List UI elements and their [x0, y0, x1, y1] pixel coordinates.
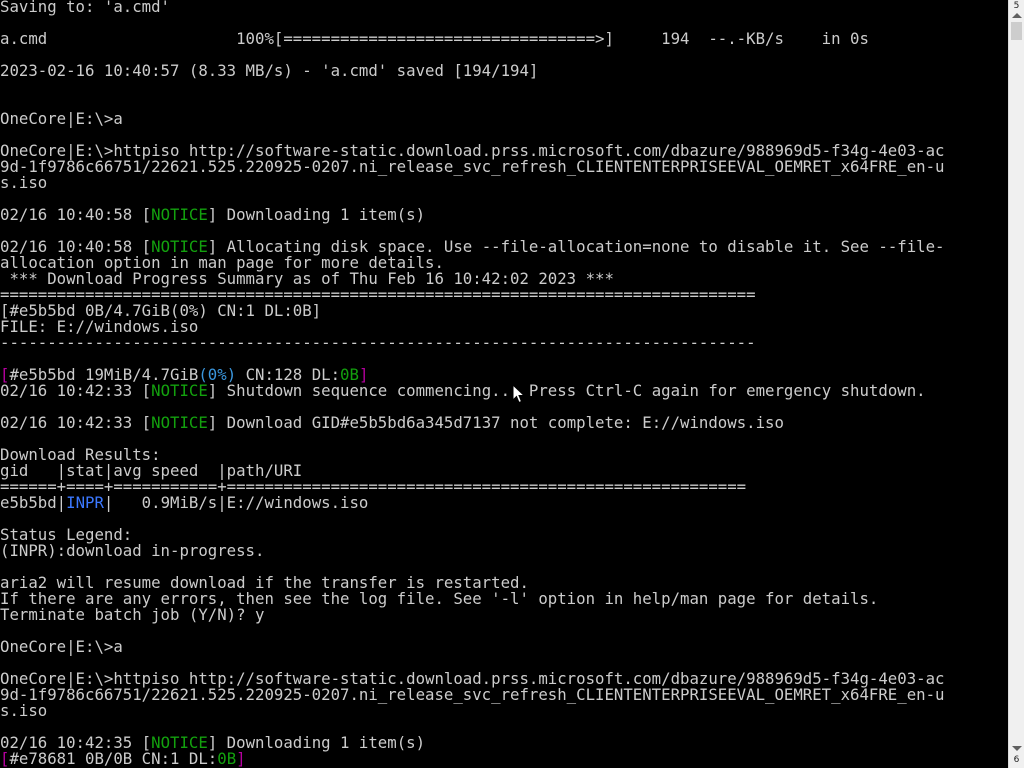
scroll-up-arrow-icon[interactable] — [1012, 13, 1022, 18]
console-line: s.iso — [0, 173, 48, 192]
console-line: a.cmd 100%[=============================… — [0, 29, 869, 48]
console-line: s.iso — [0, 701, 48, 720]
result-details: | 0.9MiB/s|E://windows.iso — [103, 493, 369, 512]
console-line: Terminate batch job (Y/N)? y — [0, 605, 265, 624]
log-timestamp: 02/16 10:42:33 [ — [0, 413, 152, 432]
console-line: OneCore|E:\>a — [0, 109, 123, 128]
console-output[interactable]: Saving to: 'a.cmd' a.cmd 100%[===========… — [0, 0, 1008, 768]
scrollbar-top-label: 5 — [1013, 1, 1020, 11]
console-line: [#e78681 0B/0B CN:1 DL:0B] — [0, 751, 246, 767]
notice-tag: NOTICE — [151, 381, 208, 400]
log-message: ] Downloading 1 item(s) — [207, 205, 426, 224]
console-line: 02/16 10:42:33 [NOTICE] Download GID#e5b… — [0, 415, 784, 431]
log-message: ] Download GID#e5b5bd6a345d7137 not comp… — [207, 413, 784, 432]
vertical-scrollbar[interactable]: 5 6 — [1008, 0, 1024, 768]
console-line: e5b5bd|INPR| 0.9MiB/s|E://windows.iso — [0, 495, 368, 511]
console-line: OneCore|E:\>a — [0, 637, 123, 656]
notice-tag: NOTICE — [151, 413, 208, 432]
scroll-down-arrow-icon[interactable] — [1012, 746, 1022, 751]
console-line: 02/16 10:42:33 [NOTICE] Shutdown sequenc… — [0, 383, 926, 399]
log-message: ] Shutdown sequence commencing... Press … — [207, 381, 926, 400]
progress-text: #e78681 0B/0B CN:1 DL: — [9, 749, 218, 768]
log-timestamp: 02/16 10:42:33 [ — [0, 381, 152, 400]
notice-tag: NOTICE — [151, 205, 208, 224]
log-timestamp: 02/16 10:40:58 [ — [0, 205, 152, 224]
console-line: 9d-1f9786c66751/22621.525.220925-0207.ni… — [0, 157, 945, 176]
console-line: 9d-1f9786c66751/22621.525.220925-0207.ni… — [0, 685, 945, 704]
console-line: (INPR):download in-progress. — [0, 541, 265, 560]
scrollbar-bottom-label: 6 — [1013, 755, 1020, 765]
mouse-pointer-icon — [512, 384, 526, 404]
console-line: ----------------------------------------… — [0, 333, 756, 352]
download-speed: 0B — [217, 749, 237, 768]
result-gid: e5b5bd| — [0, 493, 67, 512]
scrollbar-thumb[interactable] — [1011, 22, 1022, 40]
status-inpr-badge: INPR — [66, 493, 104, 512]
progress-bracket: ] — [236, 749, 246, 768]
console-line: 02/16 10:40:58 [NOTICE] Downloading 1 it… — [0, 207, 425, 223]
console-line: Saving to: 'a.cmd' — [0, 0, 171, 16]
console-line: 2023-02-16 10:40:57 (8.33 MB/s) - 'a.cmd… — [0, 61, 539, 80]
